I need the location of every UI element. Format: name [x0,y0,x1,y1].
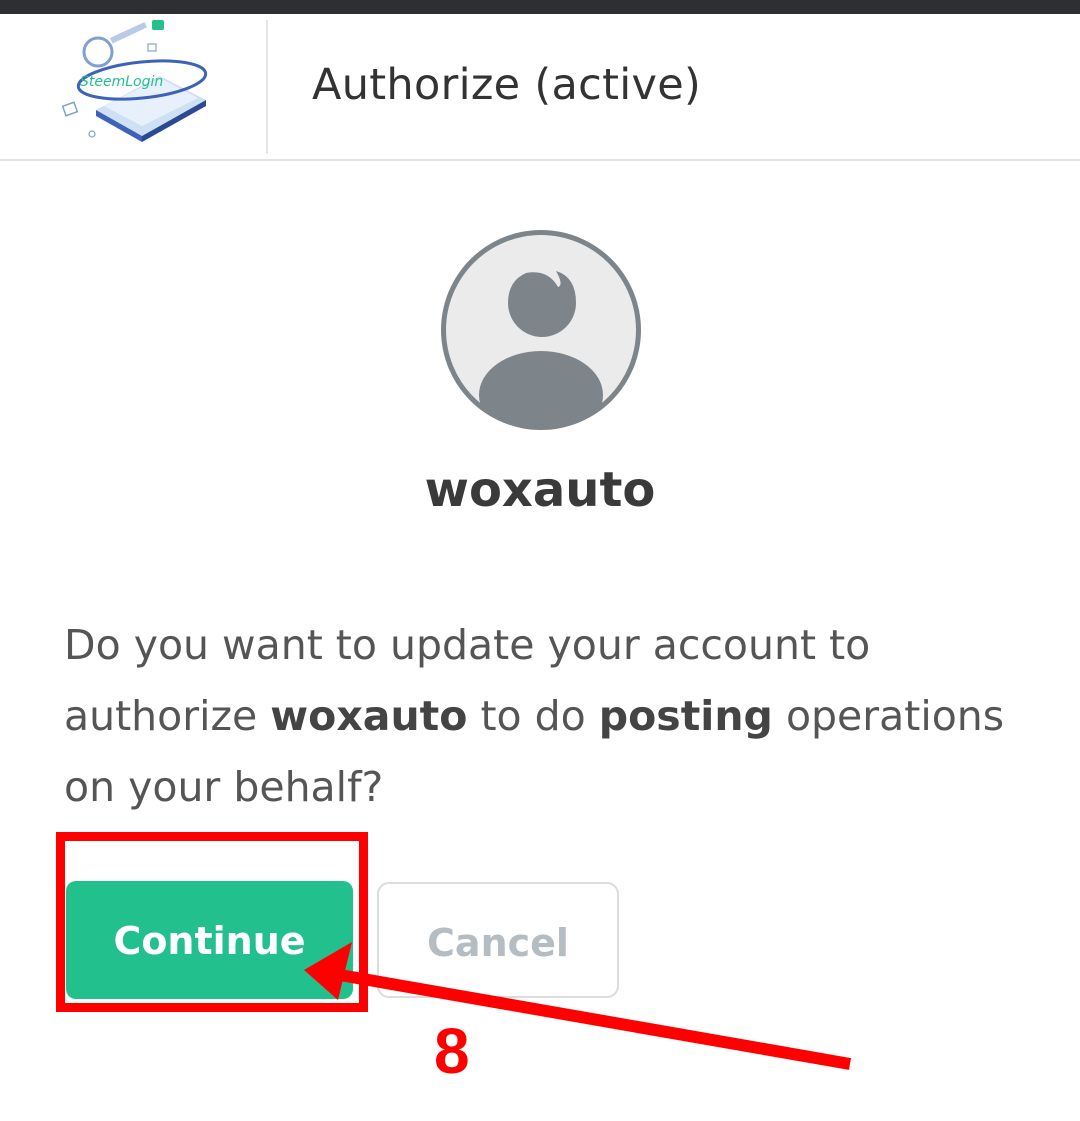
message-account: woxauto [270,692,468,740]
account-username: woxauto [424,462,656,518]
browser-top-strip [0,0,1080,14]
authorize-page: SteemLogin Authorize (active) woxauto Do… [0,0,1080,1121]
logo-text: SteemLogin [80,74,163,90]
continue-button[interactable]: Continue [66,881,353,999]
user-avatar-icon [441,230,641,430]
avatar [436,225,646,435]
message-operation: posting [598,692,773,740]
authorize-message: Do you want to update your account to au… [64,610,1044,823]
cancel-button[interactable]: Cancel [377,882,619,998]
header: SteemLogin Authorize (active) [0,14,1080,161]
annotation-step-number: 8 [434,1015,470,1087]
message-text-2: to do [467,692,599,740]
header-divider [266,20,268,154]
steemlogin-logo: SteemLogin [56,18,216,144]
page-title: Authorize (active) [312,60,702,110]
